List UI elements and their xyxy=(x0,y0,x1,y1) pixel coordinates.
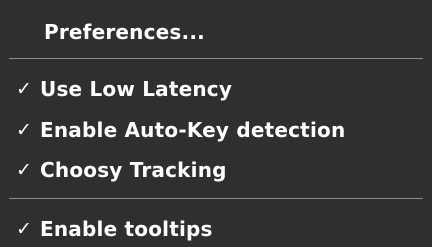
menu-item-label: Enable Auto-Key detection xyxy=(40,118,346,142)
checkmark-icon: ✓ xyxy=(16,78,33,100)
checkmark-icon: ✓ xyxy=(16,119,33,141)
menu-separator xyxy=(9,198,423,199)
menu-item-preferences[interactable]: Preferences... xyxy=(0,15,432,49)
menu-item-label: Choosy Tracking xyxy=(40,158,227,182)
menu-item-label: Preferences... xyxy=(44,20,205,44)
checkmark-icon: ✓ xyxy=(16,159,33,181)
menu-item-enable-auto-key-detection[interactable]: ✓ Enable Auto-Key detection xyxy=(0,113,432,147)
checkmark-icon: ✓ xyxy=(16,218,33,240)
context-menu: Preferences... ✓ Use Low Latency ✓ Enabl… xyxy=(0,0,432,247)
menu-separator xyxy=(9,58,423,59)
menu-item-choosy-tracking[interactable]: ✓ Choosy Tracking xyxy=(0,153,432,187)
menu-item-label: Enable tooltips xyxy=(40,217,213,241)
menu-item-label: Use Low Latency xyxy=(40,77,233,101)
menu-item-enable-tooltips[interactable]: ✓ Enable tooltips xyxy=(0,212,432,246)
menu-item-use-low-latency[interactable]: ✓ Use Low Latency xyxy=(0,72,432,106)
